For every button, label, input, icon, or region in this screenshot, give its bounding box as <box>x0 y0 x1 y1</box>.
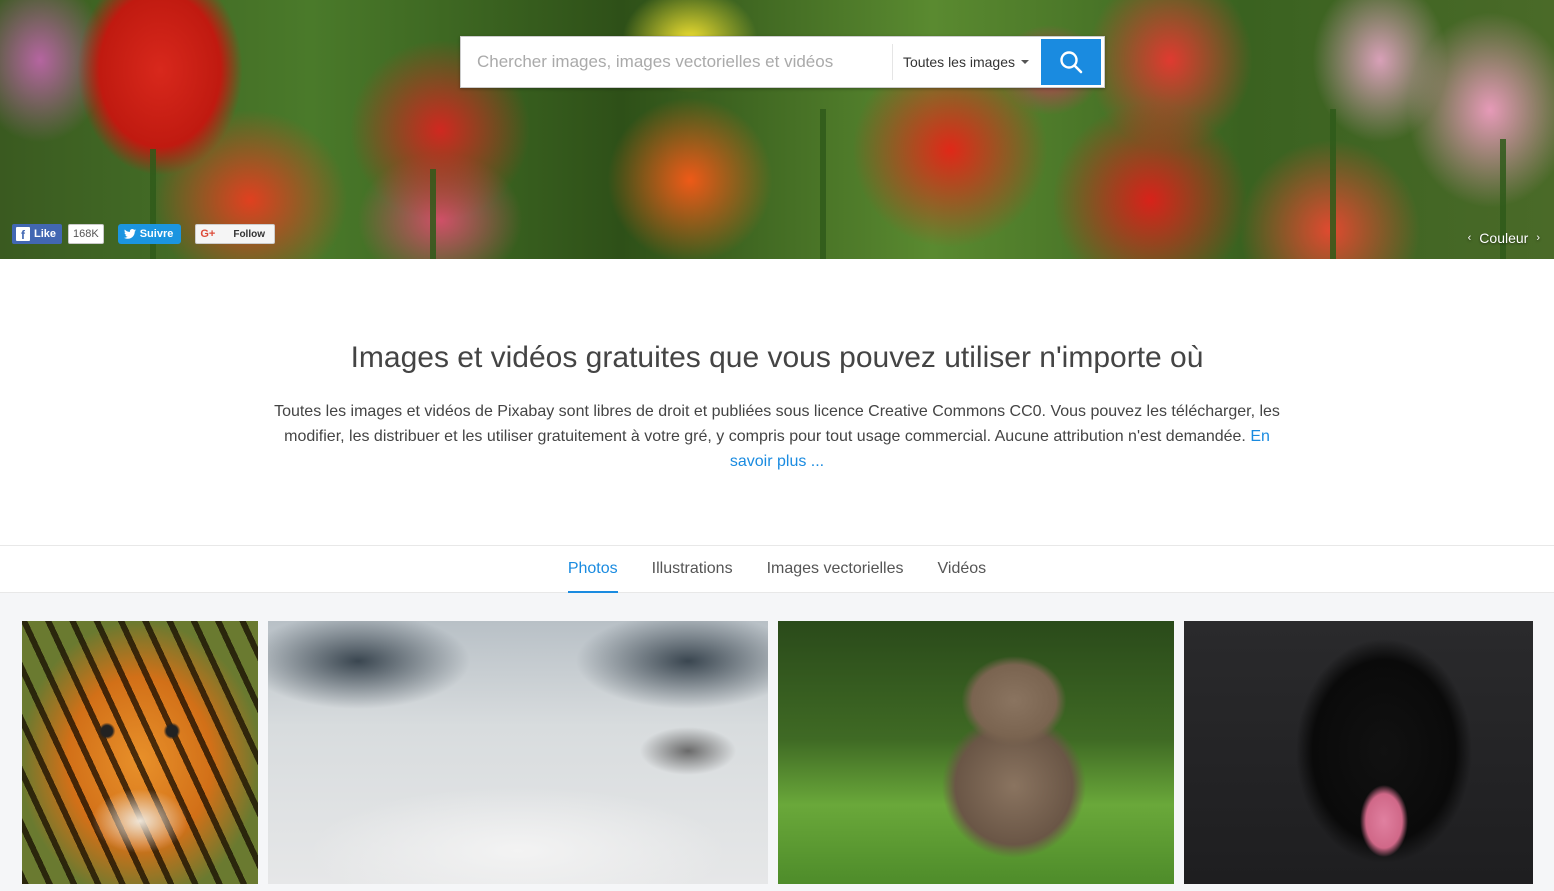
intro-description: Toutes les images et vidéos de Pixabay s… <box>274 403 1280 445</box>
tab-videos[interactable]: Vidéos <box>938 546 987 593</box>
media-tabs: Photos Illustrations Images vectorielles… <box>0 545 1554 593</box>
gallery-image-black-dog[interactable] <box>1184 621 1533 884</box>
google-plus-follow-label: Follow <box>233 228 266 240</box>
hero-banner: Toutes les images f Like 168K Suivre G+ … <box>0 0 1554 259</box>
facebook-like-button[interactable]: f Like <box>12 224 63 244</box>
gallery-image-foggy-wolves[interactable] <box>268 621 768 884</box>
search-icon <box>1060 51 1083 74</box>
image-gallery <box>0 593 1554 891</box>
tab-vector-images[interactable]: Images vectorielles <box>767 546 904 593</box>
decor-stem <box>820 109 826 259</box>
social-buttons: f Like 168K Suivre G+ Follow <box>12 224 276 244</box>
facebook-icon: f <box>16 227 30 241</box>
tab-photos[interactable]: Photos <box>567 546 618 593</box>
hero-color-label[interactable]: Couleur <box>1479 230 1528 246</box>
chevron-right-icon[interactable]: › <box>1536 232 1540 244</box>
google-plus-follow-button[interactable]: G+ Follow <box>195 224 276 244</box>
search-button[interactable] <box>1041 39 1101 85</box>
facebook-like-label: Like <box>34 228 57 240</box>
tab-illustrations[interactable]: Illustrations <box>652 546 733 593</box>
gallery-image-teddy-bear[interactable] <box>778 621 1174 884</box>
search-type-dropdown[interactable]: Toutes les images <box>891 44 1041 80</box>
gallery-image-tiger[interactable] <box>22 621 258 884</box>
search-input[interactable] <box>461 37 892 87</box>
page-title: Images et vidéos gratuites que vous pouv… <box>350 341 1204 374</box>
search-type-label: Toutes les images <box>902 54 1015 70</box>
facebook-like-count: 168K <box>68 224 104 244</box>
twitter-follow-button[interactable]: Suivre <box>117 224 182 244</box>
twitter-follow-label: Suivre <box>139 228 174 240</box>
decor-stem <box>1330 109 1336 259</box>
caret-down-icon <box>1021 60 1029 64</box>
google-plus-icon: G+ <box>200 228 216 240</box>
intro-section: Images et vidéos gratuites que vous pouv… <box>0 259 1554 545</box>
chevron-left-icon[interactable]: ‹ <box>1468 232 1472 244</box>
search-bar: Toutes les images <box>460 36 1105 88</box>
decor-stem <box>430 169 436 259</box>
intro-text: Toutes les images et vidéos de Pixabay s… <box>267 399 1287 474</box>
twitter-icon <box>123 229 136 239</box>
hero-color-nav: ‹ Couleur › <box>1468 230 1540 246</box>
